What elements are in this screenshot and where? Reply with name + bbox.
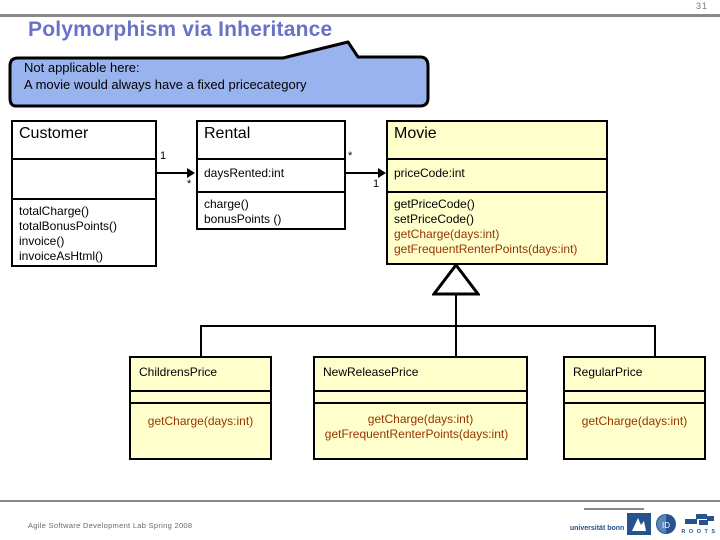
roots-mark-icon <box>684 514 714 525</box>
class-operations-childrens-price: getCharge(days:int) <box>131 402 270 458</box>
multiplicity-rental-side: * <box>187 178 192 190</box>
header-divider <box>0 14 720 17</box>
class-attributes-regular-price <box>565 390 704 402</box>
operation-item: charge() <box>204 197 249 211</box>
slide-canvas: 31 Polymorphism via Inheritance Not appl… <box>0 0 720 540</box>
class-box-movie[interactable]: Movie priceCode:int getPriceCode() setPr… <box>386 120 608 265</box>
attribute-item: daysRented:int <box>204 166 285 180</box>
class-attributes-new-release-price <box>315 390 526 402</box>
operation-item: setPriceCode() <box>394 212 475 226</box>
bonn-flag-icon <box>627 513 652 535</box>
circular-emblem-icon: ID <box>656 514 677 534</box>
operation-item: totalCharge() <box>19 204 90 218</box>
operation-item-overridden: getCharge(days:int) <box>581 414 688 428</box>
attribute-item: priceCode:int <box>394 166 465 180</box>
class-name-new-release-price: NewReleasePrice <box>323 365 419 379</box>
class-operations-new-release-price: getCharge(days:int) getFrequentRenterPoi… <box>315 402 526 458</box>
roots-logo: R O O T S <box>681 513 716 535</box>
class-attributes-childrens-price <box>131 390 270 402</box>
callout-line-1: Not applicable here: <box>24 60 140 75</box>
university-wordmark: universität bonn <box>569 525 625 532</box>
operation-item-overridden: getCharge(days:int) <box>367 412 474 426</box>
inheritance-drop-regular <box>654 325 656 358</box>
inheritance-stem <box>455 294 457 326</box>
class-attributes-rental: daysRented:int <box>198 158 344 191</box>
inheritance-triangle-icon <box>432 263 480 296</box>
class-box-customer[interactable]: Customer totalCharge() totalBonusPoints(… <box>11 120 157 267</box>
operation-item: invoiceAsHtml() <box>19 249 104 263</box>
operation-item-overridden: getCharge(days:int) <box>394 227 500 241</box>
operation-item: totalBonusPoints() <box>19 219 118 233</box>
inheritance-drop-childrens <box>200 325 202 358</box>
roots-label: R O O T S <box>681 529 716 535</box>
class-operations-rental: charge() bonusPoints () <box>198 191 344 230</box>
operation-item-overridden: getFrequentRenterPoints(days:int) <box>394 242 578 256</box>
class-name-rental: Rental <box>204 125 251 142</box>
class-operations-customer: totalCharge() totalBonusPoints() invoice… <box>13 198 155 265</box>
association-arrow-movie <box>378 168 386 178</box>
svg-text:ID: ID <box>662 521 670 530</box>
operation-item: invoice() <box>19 234 65 248</box>
operation-item-overridden: getCharge(days:int) <box>147 414 254 428</box>
page-number: 31 <box>695 1 708 11</box>
class-box-rental[interactable]: Rental daysRented:int charge() bonusPoin… <box>196 120 346 230</box>
multiplicity-movie-side: 1 <box>373 178 380 190</box>
footer-logos: universität bonn ID R O O T S <box>570 505 716 535</box>
association-line-customer-rental <box>157 172 188 174</box>
operation-item: bonusPoints () <box>204 212 282 226</box>
annotation-callout: Not applicable here: A movie would alway… <box>8 40 438 110</box>
inheritance-bus-line <box>200 325 656 327</box>
class-attributes-customer <box>13 158 155 198</box>
class-name-childrens-price: ChildrensPrice <box>139 365 218 379</box>
page-title: Polymorphism via Inheritance <box>28 18 333 41</box>
class-box-childrens-price[interactable]: ChildrensPrice getCharge(days:int) <box>129 356 272 460</box>
footer-text: Agile Software Development Lab Spring 20… <box>28 521 193 530</box>
operation-item: getPriceCode() <box>394 197 475 211</box>
multiplicity-rental-side-2: * <box>348 150 353 162</box>
class-attributes-movie: priceCode:int <box>388 158 606 191</box>
callout-line-2: A movie would always have a fixed pricec… <box>24 77 307 92</box>
class-operations-regular-price: getCharge(days:int) <box>565 402 704 458</box>
class-name-customer: Customer <box>19 125 89 142</box>
association-arrow-rental <box>187 168 195 178</box>
footer-divider <box>0 500 720 502</box>
class-box-regular-price[interactable]: RegularPrice getCharge(days:int) <box>563 356 706 460</box>
multiplicity-customer-side: 1 <box>160 150 167 162</box>
inheritance-drop-newrelease <box>455 325 457 358</box>
class-name-regular-price: RegularPrice <box>573 365 643 379</box>
operation-item-overridden: getFrequentRenterPoints(days:int) <box>324 427 509 441</box>
class-operations-movie: getPriceCode() setPriceCode() getCharge(… <box>388 191 606 263</box>
class-name-movie: Movie <box>394 125 437 142</box>
callout-text: Not applicable here: A movie would alway… <box>24 59 424 93</box>
class-box-new-release-price[interactable]: NewReleasePrice getCharge(days:int) getF… <box>313 356 528 460</box>
